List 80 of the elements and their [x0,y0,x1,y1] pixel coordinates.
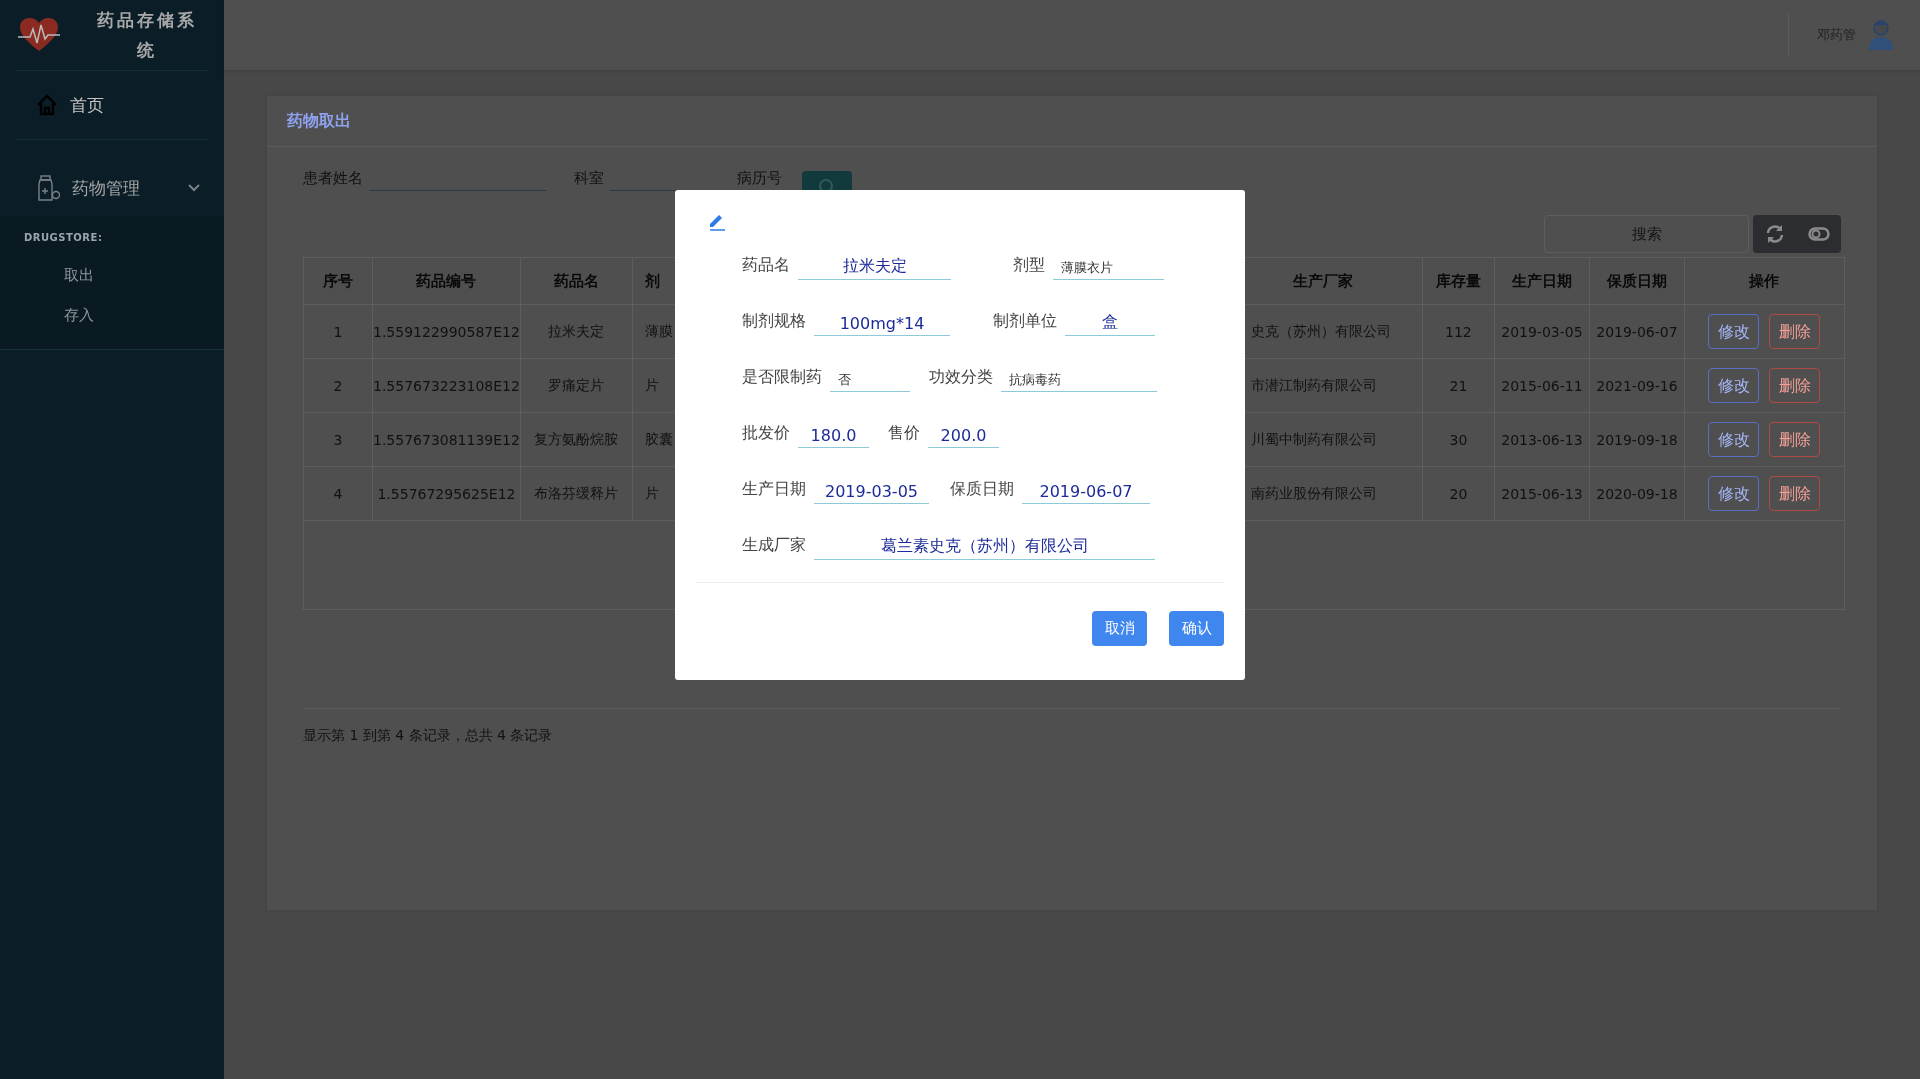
field-label: 功效分类 [929,367,993,388]
input-field[interactable]: 2019-06-07 [1022,478,1150,504]
column-header: 生产日期 [1494,257,1590,305]
field-label: 批发价 [742,423,790,444]
column-header: 序号 [303,257,373,305]
input-field[interactable]: 200.0 [928,422,999,448]
table-cell: 21 [1422,358,1495,413]
home-menu-item[interactable]: 首页 [16,71,208,140]
select-field[interactable]: 薄膜衣片 [1053,254,1164,280]
table-cell: 2013-06-13 [1494,412,1590,467]
table-cell: 2020-09-18 [1589,466,1685,521]
input-field[interactable]: 180.0 [798,422,869,448]
edit-button[interactable]: 修改 [1708,368,1760,403]
toggle-icon[interactable] [1808,227,1830,241]
delete-button[interactable]: 删除 [1769,368,1821,403]
table-cell: 2015-06-13 [1494,466,1590,521]
panel-title: 药物取出 [287,110,351,132]
column-header: 库存量 [1422,257,1495,305]
menu-label: 药物管理 [72,176,140,200]
medicine-bottle-icon [36,175,60,201]
table-cell: 2019-03-05 [1494,304,1590,359]
menu-group[interactable]: 药物管理 [16,160,208,216]
input-field[interactable]: 盒 [1065,310,1155,336]
field-label: 是否限制药 [742,367,822,388]
column-header: 药品编号 [372,257,521,305]
table-cell: 112 [1422,304,1495,359]
edit-button[interactable]: 修改 [1708,314,1760,349]
column-header: 操作 [1684,257,1845,305]
submenu-item[interactable]: 存入 [0,295,224,335]
table-cell: 2021-09-16 [1589,358,1685,413]
table-cell: 30 [1422,412,1495,467]
table-cell: 复方氨酚烷胺 [520,412,633,467]
filter-label: 患者姓名 [303,168,363,188]
edit-button[interactable]: 修改 [1708,476,1760,511]
table-cell: 2019-06-07 [1589,304,1685,359]
field-label: 制剂规格 [742,311,806,332]
delete-button[interactable]: 删除 [1769,476,1821,511]
filter-label: 科室 [574,168,604,188]
refresh-icon[interactable] [1765,224,1785,244]
filter-label: 病历号 [737,168,782,188]
table-cell: 1 [303,304,373,359]
cancel-button[interactable]: 取消 [1092,611,1147,646]
table-cell: 1.557673081139E12 [372,412,521,467]
column-header: 药品名 [520,257,633,305]
table-cell: 2015-06-11 [1494,358,1590,413]
delete-button[interactable]: 删除 [1769,422,1821,457]
field-label: 保质日期 [950,479,1014,500]
column-header: 保质日期 [1589,257,1685,305]
table-cell: 罗痛定片 [520,358,633,413]
field-label: 剂型 [1013,255,1045,276]
heartbeat-logo-icon [18,17,60,53]
field-label: 售价 [888,423,920,444]
table-cell: 布洛芬缓释片 [520,466,633,521]
input-field[interactable]: 拉米夫定 [798,254,951,280]
field-label: 药品名 [742,255,790,276]
section-heading: DRUGSTORE: [23,232,104,243]
submenu-item[interactable]: 取出 [0,255,224,295]
select-field[interactable]: 抗病毒药 [1001,366,1157,392]
table-cell: 4 [303,466,373,521]
table-cell: 2 [303,358,373,413]
table-cell: 1.559122990587E12 [372,304,521,359]
field-label: 生产日期 [742,479,806,500]
table-cell: 2019-09-18 [1589,412,1685,467]
field-label: 制剂单位 [993,311,1057,332]
pencil-icon [707,212,727,232]
table-cell: 20 [1422,466,1495,521]
input-field[interactable]: 葛兰素史克（苏州）有限公司 [814,534,1155,560]
confirm-button[interactable]: 确认 [1169,611,1224,646]
table-cell: 3 [303,412,373,467]
edit-button[interactable]: 修改 [1708,422,1760,457]
field-label: 生成厂家 [742,535,806,556]
app-title: 药品存储系统 [96,9,198,62]
delete-button[interactable]: 删除 [1769,314,1821,349]
table-cell: 1.557673223108E12 [372,358,521,413]
table-cell: 1.55767295625E12 [372,466,521,521]
home-icon [36,94,58,116]
input-field[interactable]: 2019-03-05 [814,478,929,504]
select-field[interactable]: 否 [830,366,910,392]
table-cell: 拉米夫定 [520,304,633,359]
input-field[interactable]: 100mg*14 [814,310,950,336]
